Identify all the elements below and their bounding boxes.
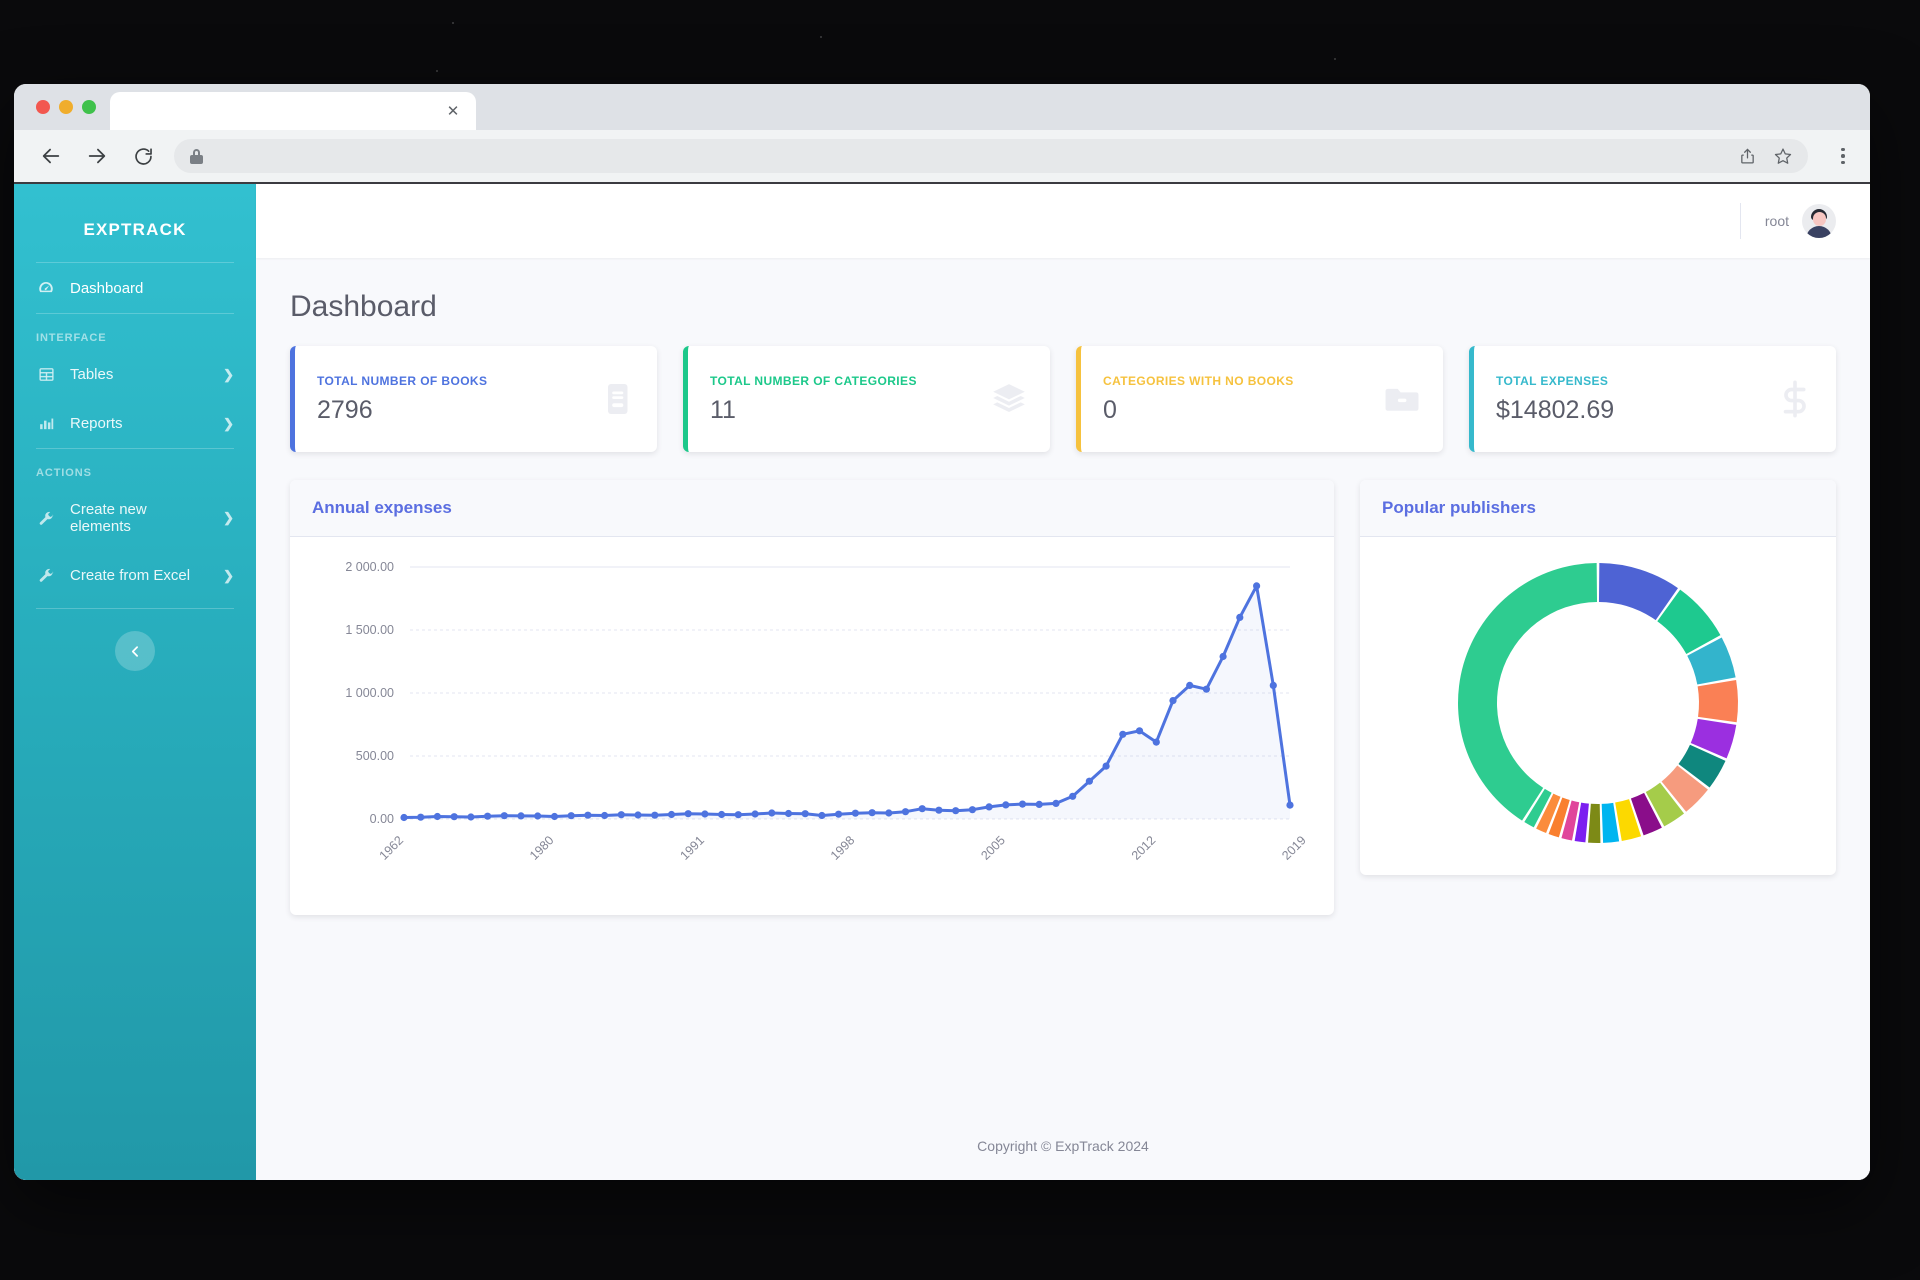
user-name-label: root [1764,213,1789,229]
top-navbar: root [256,184,1870,258]
minimize-window-button[interactable] [59,100,73,114]
maximize-window-button[interactable] [82,100,96,114]
close-window-button[interactable] [36,100,50,114]
stat-card-total-expenses[interactable]: Total expenses $14802.69 [1469,346,1836,452]
sidebar-item-label: Reports [70,415,123,432]
brand-logo[interactable]: EXPTRACK [14,208,256,262]
donut-segment[interactable] [1588,803,1601,844]
chevron-right-icon: ❯ [223,415,234,431]
sidebar-item-label: Tables [70,366,114,383]
browser-window: ✕ EXPTRACK Dashboard INTERFACE Tables ❯ … [14,84,1870,1180]
sidebar-item-label: Dashboard [70,279,144,297]
dollar-icon [1776,380,1814,418]
svg-text:1998: 1998 [828,833,858,863]
svg-text:2019: 2019 [1279,833,1309,863]
book-icon [599,381,635,417]
stat-card-label: Categories with no books [1103,373,1294,388]
sidebar-item-create-from-excel[interactable]: Create from Excel ❯ [14,551,256,600]
panel-header: Annual expenses [290,480,1334,537]
layers-icon [990,380,1028,418]
donut-segment[interactable] [1458,563,1598,821]
sidebar-collapse-button[interactable] [115,631,155,671]
popular-publishers-chart[interactable] [1448,553,1748,853]
wrench-icon [36,567,56,584]
svg-text:1 500.00: 1 500.00 [345,623,394,637]
sidebar-item-reports[interactable]: Reports ❯ [14,399,256,448]
sidebar-section-actions: ACTIONS [36,467,92,479]
svg-text:2012: 2012 [1129,833,1159,863]
back-arrow-icon[interactable] [36,141,66,171]
svg-text:0.00: 0.00 [370,812,394,826]
footer-copyright: Copyright © ExpTrack 2024 [977,1138,1149,1154]
reload-icon[interactable] [128,141,158,171]
svg-text:1991: 1991 [677,833,707,863]
dashboard-page: Dashboard Total number of books 2796 [256,258,1870,1180]
stat-card-value: 2796 [317,395,373,424]
main-content: root Dashboard Total number of books 279… [256,184,1870,1180]
svg-text:1962: 1962 [377,833,407,863]
kebab-menu-icon[interactable] [1830,143,1856,169]
chevron-right-icon: ❯ [223,510,234,525]
sidebar-section-interface: INTERFACE [36,332,107,344]
svg-text:1 000.00: 1 000.00 [345,686,394,700]
sidebar-item-dashboard[interactable]: Dashboard [14,263,256,313]
sidebar-item-create-new-elements[interactable]: Create new elements ❯ [14,485,256,551]
page-title: Dashboard [290,290,437,323]
stat-card-categories-no-books[interactable]: Categories with no books 0 [1076,346,1443,452]
forward-arrow-icon[interactable] [82,141,112,171]
bar-chart-icon [36,415,56,432]
sidebar: EXPTRACK Dashboard INTERFACE Tables ❯ Re… [14,184,256,1180]
wrench-icon [36,510,56,527]
chevron-right-icon: ❯ [223,366,234,382]
chevron-right-icon: ❯ [223,567,234,583]
topbar-separator [1739,203,1741,239]
folder-minus-icon [1383,380,1421,418]
svg-text:500.00: 500.00 [356,749,394,763]
tab-close-icon[interactable]: ✕ [442,100,464,122]
panel-body [1360,537,1836,875]
avatar [1802,204,1836,238]
panel-title: Popular publishers [1382,498,1536,517]
stat-card-total-categories[interactable]: Total number of categories 11 [683,346,1050,452]
donut-segment[interactable] [1697,680,1739,723]
page-viewport: EXPTRACK Dashboard INTERFACE Tables ❯ Re… [14,184,1870,1180]
panel-row: Annual expenses 0.00 500.00 1 000.00 1 500.… [290,480,1836,1108]
stat-card-value: 11 [710,395,736,424]
stat-card-label: Total expenses [1496,373,1609,388]
panel-body: 0.00 500.00 1 000.00 1 500.00 2 000.00 1962 19… [290,537,1334,915]
stat-card-value: $14802.69 [1496,395,1615,424]
share-icon[interactable] [1736,145,1758,167]
browser-tab-strip: ✕ [14,84,1870,130]
panel-annual-expenses: Annual expenses 0.00 500.00 1 000.00 1 500.… [290,480,1334,915]
svg-text:2005: 2005 [978,833,1008,863]
sidebar-item-tables[interactable]: Tables ❯ [14,350,256,399]
window-controls [30,84,110,130]
sidebar-item-label: Create from Excel [70,567,191,584]
stat-card-value: 0 [1103,395,1117,424]
sidebar-item-label: Create new elements [70,501,147,535]
speedometer-icon [36,279,56,297]
lock-icon [190,148,203,164]
stat-card-label: Total number of books [317,373,488,388]
stat-card-row: Total number of books 2796 Total number … [290,346,1836,452]
annual-expenses-chart[interactable]: 0.00 500.00 1 000.00 1 500.00 2 000.00 1962 19… [312,553,1312,893]
panel-popular-publishers: Popular publishers [1360,480,1836,875]
svg-text:1980: 1980 [527,833,557,863]
table-grid-icon [36,366,56,383]
svg-text:2 000.00: 2 000.00 [345,560,394,574]
browser-toolbar [14,130,1870,184]
browser-tab[interactable]: ✕ [110,92,476,130]
panel-header: Popular publishers [1360,480,1836,537]
stat-card-label: Total number of categories [710,373,917,388]
stat-card-total-books[interactable]: Total number of books 2796 [290,346,657,452]
address-bar[interactable] [174,139,1808,173]
panel-title: Annual expenses [312,498,452,517]
star-icon[interactable] [1772,145,1794,167]
user-menu[interactable]: root [1765,204,1836,238]
